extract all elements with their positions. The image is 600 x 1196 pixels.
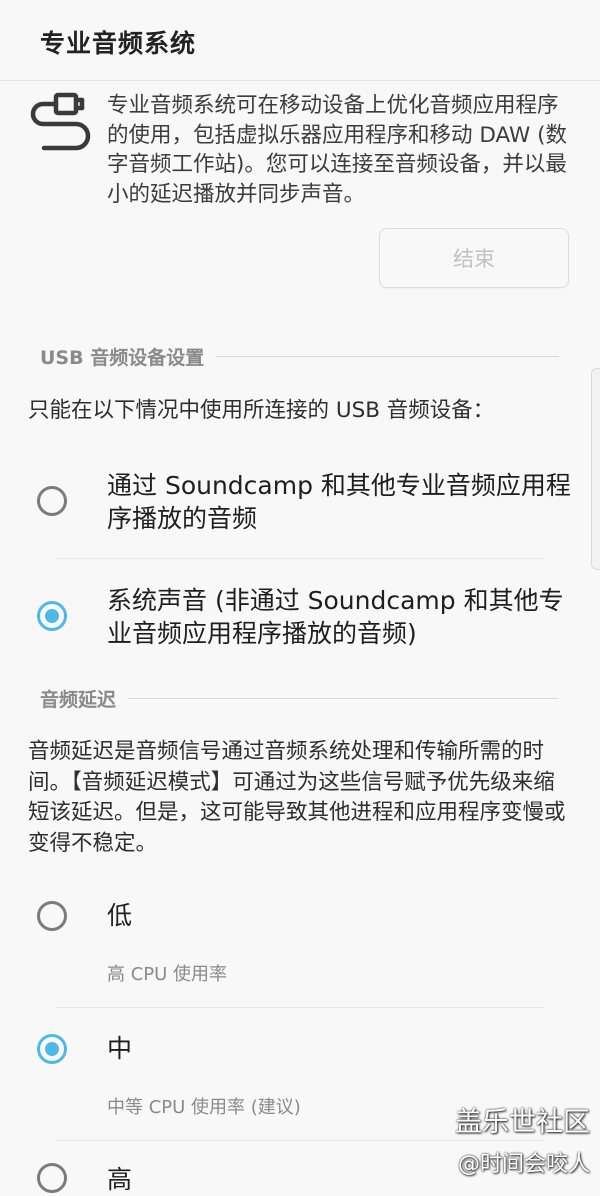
section-divider-line xyxy=(128,698,559,699)
usb-section-title: USB 音频设备设置 xyxy=(40,347,205,369)
radio-latency-medium[interactable] xyxy=(37,1034,67,1064)
option-sublabel-latency-low: 高 CPU 使用率 xyxy=(107,964,228,985)
latency-section-header: 音频延迟 xyxy=(40,685,559,712)
option-sublabel-latency-medium: 中等 CPU 使用率 (建议) xyxy=(107,1097,301,1118)
watermark-author: @时间会咬人 xyxy=(457,1152,590,1177)
latency-section-title: 音频延迟 xyxy=(40,689,117,711)
option-label-latency-medium[interactable]: 中 xyxy=(107,1032,577,1065)
app-header: 专业音频系统 xyxy=(0,0,600,81)
usb-description: 只能在以下情况中使用所连接的 USB 音频设备： xyxy=(28,398,495,423)
page-title: 专业音频系统 xyxy=(40,29,197,58)
option-label-soundcamp-only[interactable]: 通过 Soundcamp 和其他专业音频应用程序播放的音频 xyxy=(107,469,577,535)
usb-section-header: USB 音频设备设置 xyxy=(40,343,560,370)
intro-description: 专业音频系统可在移动设备上优化音频应用程序的使用，包括虚拟乐器应用程序和移动 D… xyxy=(107,93,568,207)
option-divider xyxy=(56,558,544,559)
end-button[interactable]: 结束 xyxy=(379,228,569,288)
option-label-latency-low[interactable]: 低 xyxy=(107,899,577,932)
section-divider-line xyxy=(216,356,560,357)
radio-latency-low[interactable] xyxy=(37,901,67,931)
option-divider xyxy=(56,1007,544,1008)
radio-system-sound[interactable] xyxy=(37,601,67,631)
scroll-indicator[interactable] xyxy=(591,368,600,570)
audio-cable-icon xyxy=(30,92,91,151)
watermark-community: 盖乐世社区 xyxy=(455,1107,590,1138)
radio-soundcamp-only[interactable] xyxy=(37,486,67,516)
radio-latency-high[interactable] xyxy=(37,1163,67,1193)
option-divider xyxy=(56,1140,544,1141)
latency-description: 音频延迟是音频信号通过音频系统处理和传输所需的时间。【音频延迟模式】可通过为这些… xyxy=(28,739,566,856)
option-label-system-sound[interactable]: 系统声音 (非通过 Soundcamp 和其他专业音频应用程序播放的音频) xyxy=(107,584,577,650)
